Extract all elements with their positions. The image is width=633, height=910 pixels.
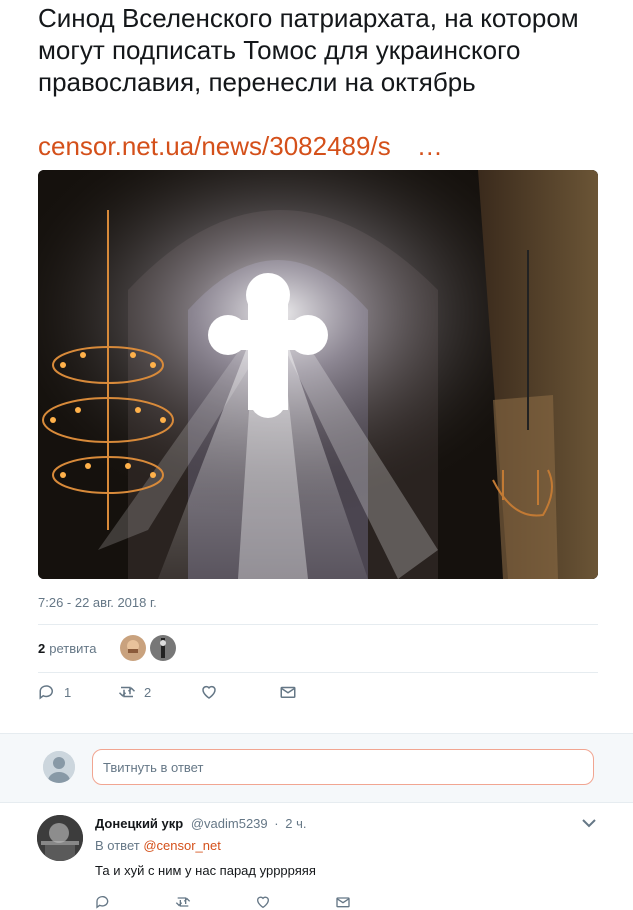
tweet-link[interactable]: censor.net.ua/news/3082489/s … <box>38 130 443 162</box>
chevron-down-icon[interactable] <box>582 818 596 828</box>
reply-to-prefix: В ответ <box>95 838 140 853</box>
reply-to: В ответ @censor_net <box>95 838 221 853</box>
reply-button[interactable]: 1 <box>38 683 71 701</box>
reply-input[interactable]: Твитнуть в ответ <box>92 749 594 785</box>
retweets-count: 2 <box>38 640 46 656</box>
avatar[interactable] <box>37 815 83 861</box>
tweet-link-ellipsis: … <box>416 131 443 161</box>
like-icon <box>202 685 216 699</box>
reply-tweet[interactable]: Донецкий укр @vadim5239 · 2 ч. В ответ @… <box>0 802 633 909</box>
like-button[interactable] <box>200 683 226 701</box>
user-avatar <box>43 751 75 783</box>
tweet-text: Синод Вселенского патриархата, на которо… <box>38 3 579 97</box>
reply-composer: Твитнуть в ответ <box>0 733 633 803</box>
reply-author-name[interactable]: Донецкий укр <box>95 816 183 831</box>
retweeter-avatar[interactable] <box>150 635 176 661</box>
retweet-count: 2 <box>144 684 152 700</box>
divider <box>38 624 598 625</box>
retweet-button[interactable]: 2 <box>118 683 151 701</box>
tweet-timestamp[interactable]: 7:26 - 22 авг. 2018 г. <box>38 595 157 610</box>
message-icon <box>280 686 296 698</box>
reply-icon <box>39 685 53 700</box>
reply-text: Та и хуй с ним у нас парад урррряяя <box>95 863 316 878</box>
reply-author-handle[interactable]: @vadim5239 <box>191 816 268 831</box>
reply-to-mention[interactable]: @censor_net <box>143 838 221 853</box>
retweet-stats[interactable]: 2 ретвита <box>38 634 96 662</box>
tweet-photo[interactable] <box>38 170 598 579</box>
tweet-link-url[interactable]: censor.net.ua/news/3082489/s <box>38 131 391 161</box>
retweeter-avatar[interactable] <box>120 635 146 661</box>
retweet-icon <box>118 686 136 698</box>
retweeter-avatars <box>120 635 180 661</box>
reply-separator: · <box>274 816 279 831</box>
message-button[interactable] <box>279 683 305 701</box>
reply-count: 1 <box>64 684 72 700</box>
divider <box>38 672 598 673</box>
retweets-label: ретвита <box>49 640 97 656</box>
reply-header: Донецкий укр @vadim5239 · 2 ч. <box>95 816 306 831</box>
church-cross-light-image <box>38 170 598 579</box>
reply-time[interactable]: 2 ч. <box>285 816 306 831</box>
